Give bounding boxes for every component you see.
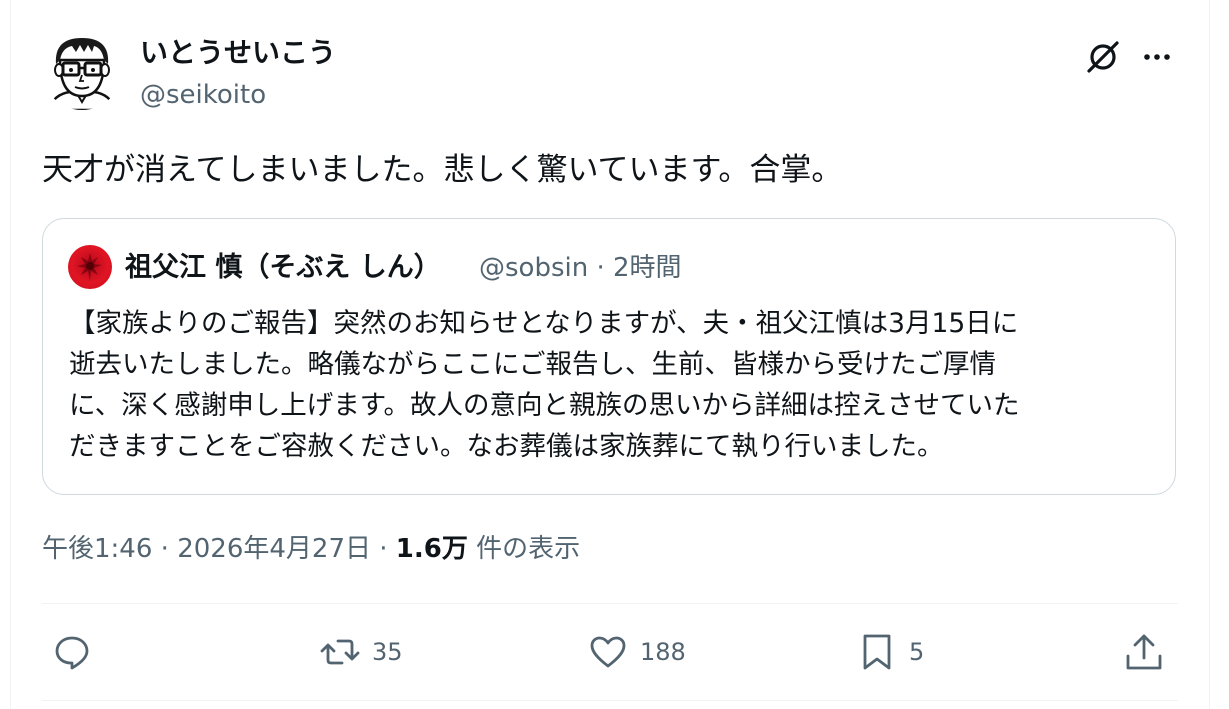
share-icon [1126, 634, 1162, 670]
bookmark-icon [863, 634, 891, 670]
quote-time[interactable]: 2時間 [613, 253, 682, 283]
quote-text-line: 【家族よりのご報告】突然のお知らせとなりますが、夫・祖父江慎は3月15日に [69, 308, 1019, 339]
author-avatar[interactable] [42, 30, 122, 110]
share-button[interactable] [1124, 630, 1164, 674]
reply-button[interactable] [52, 630, 104, 674]
quote-author-avatar[interactable] [68, 245, 112, 289]
divider [42, 700, 1178, 701]
repost-button[interactable]: 35 [320, 630, 403, 674]
meta-separator: · [160, 534, 169, 564]
avatar-illustration [42, 30, 122, 110]
divider [42, 603, 1178, 604]
quoted-tweet[interactable]: 祖父江 慎（そぶえ しん） @sobsin · 2時間 【家族よりのご報告】突然… [42, 218, 1176, 495]
bookmark-count: 5 [909, 638, 925, 666]
meta-separator: · [379, 534, 388, 564]
views-label: 件の表示 [476, 534, 581, 564]
quote-avatar-illustration [77, 253, 102, 281]
author-display-name[interactable]: いとうせいこう [140, 35, 336, 71]
tweet-text: 天才が消えてしまいました。悲しく驚いています。合掌。 [42, 152, 843, 188]
like-icon [590, 636, 626, 668]
tweet-metadata: 午後1:46 · 2026年4月27日 · 1.6万 件の表示 [42, 531, 580, 567]
quote-text: 【家族よりのご報告】突然のお知らせとなりますが、夫・祖父江慎は3月15日に 逝去… [69, 303, 1159, 467]
post-date[interactable]: 2026年4月27日 [177, 534, 371, 564]
like-button[interactable]: 188 [588, 630, 686, 674]
quote-separator: · [596, 253, 605, 283]
quote-meta: @sobsin · 2時間 [479, 250, 682, 286]
reply-icon [55, 636, 89, 670]
quote-author-display-name[interactable]: 祖父江 慎（そぶえ しん） [125, 250, 441, 286]
post-time[interactable]: 午後1:46 [42, 534, 152, 564]
quote-text-line: 逝去いたしました。略儀ながらここにご報告し、生前、皆様から受けたご厚情 [69, 349, 996, 380]
grok-icon[interactable] [1084, 38, 1122, 76]
bookmark-button[interactable]: 5 [857, 630, 924, 674]
repost-count: 35 [372, 638, 403, 666]
more-icon[interactable] [1140, 40, 1174, 74]
author-handle[interactable]: @seikoito [140, 78, 266, 112]
views-count: 1.6万 [395, 534, 468, 564]
quote-text-line: だきますことをご容赦ください。なお葬儀は家族葬にて執り行いました。 [69, 431, 944, 462]
like-count: 188 [640, 638, 686, 666]
repost-icon [320, 639, 360, 665]
quote-text-line: に、深く感謝申し上げます。故人の意向と親族の思いから詳細は控えさせていた [69, 390, 1020, 421]
quote-author-handle[interactable]: @sobsin [479, 253, 588, 283]
